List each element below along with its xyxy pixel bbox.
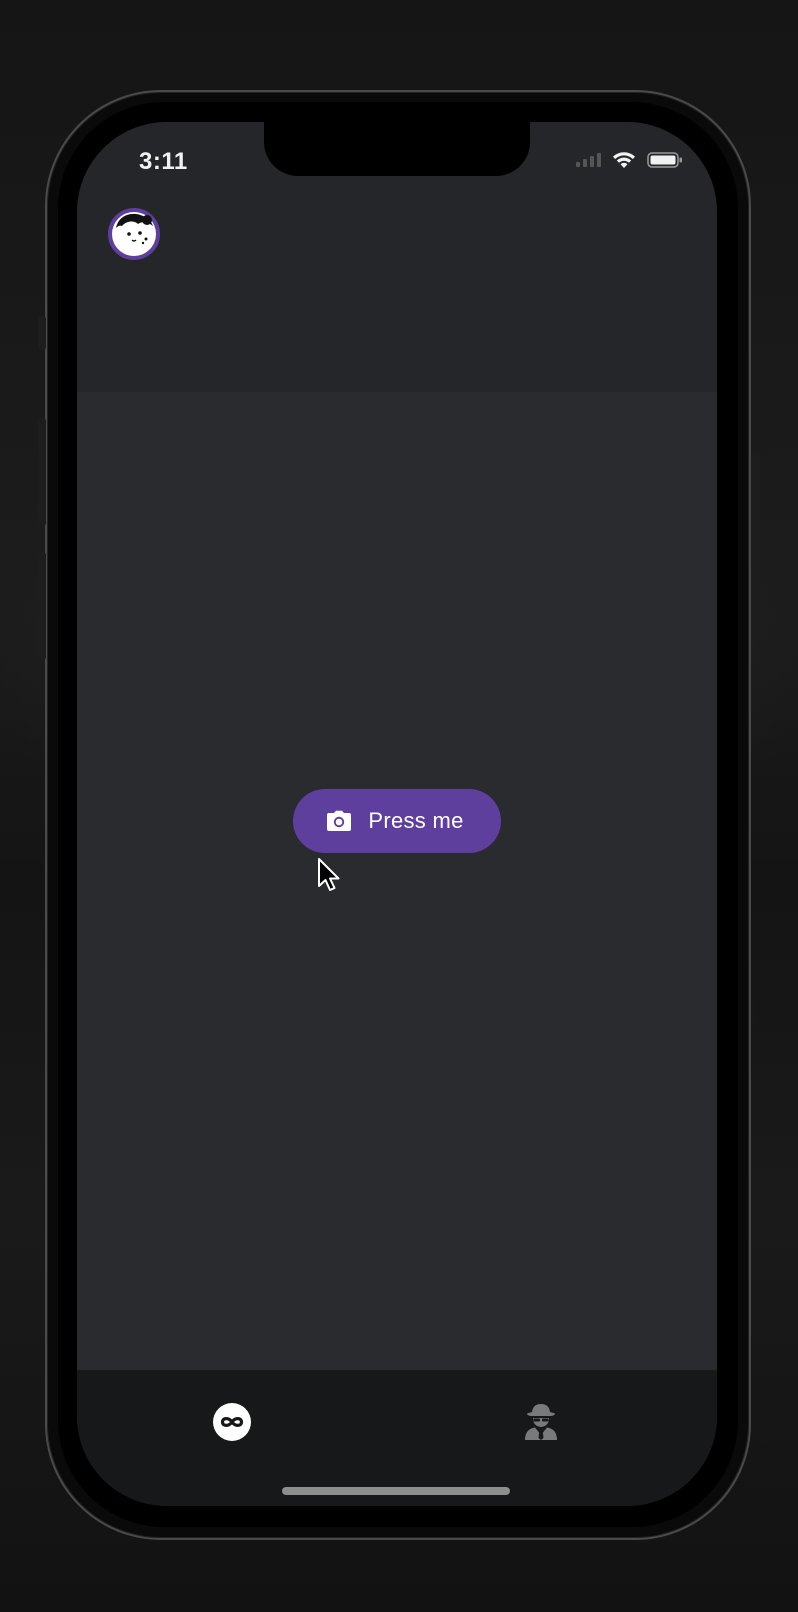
- side-button-silent: [38, 316, 46, 350]
- cellular-signal-icon: [576, 153, 601, 167]
- status-icons: [576, 150, 683, 170]
- press-me-label: Press me: [368, 808, 464, 833]
- cartoon-face-avatar-icon: [112, 212, 156, 256]
- infinity-icon: [213, 1403, 251, 1441]
- app-header: [77, 192, 717, 392]
- mouse-cursor-icon: [318, 858, 340, 891]
- home-indicator: [282, 1487, 510, 1495]
- tab-infinity[interactable]: [202, 1392, 262, 1452]
- side-button-power: [752, 452, 760, 604]
- battery-icon: [647, 152, 682, 168]
- tab-incognito[interactable]: [511, 1392, 571, 1452]
- camera-icon: [327, 810, 352, 831]
- main-content: [77, 392, 717, 1492]
- phone-notch: [264, 122, 530, 176]
- side-button-volume-up: [38, 418, 46, 526]
- tab-bar: [77, 1370, 717, 1506]
- status-time: 3:11: [139, 148, 188, 175]
- wifi-icon: [613, 152, 635, 168]
- incognito-spy-icon: [525, 1404, 557, 1440]
- avatar[interactable]: [108, 208, 160, 260]
- side-button-volume-down: [38, 552, 46, 660]
- press-me-button[interactable]: Press me: [293, 789, 501, 853]
- phone-screen: 3:11 Press me: [77, 122, 717, 1506]
